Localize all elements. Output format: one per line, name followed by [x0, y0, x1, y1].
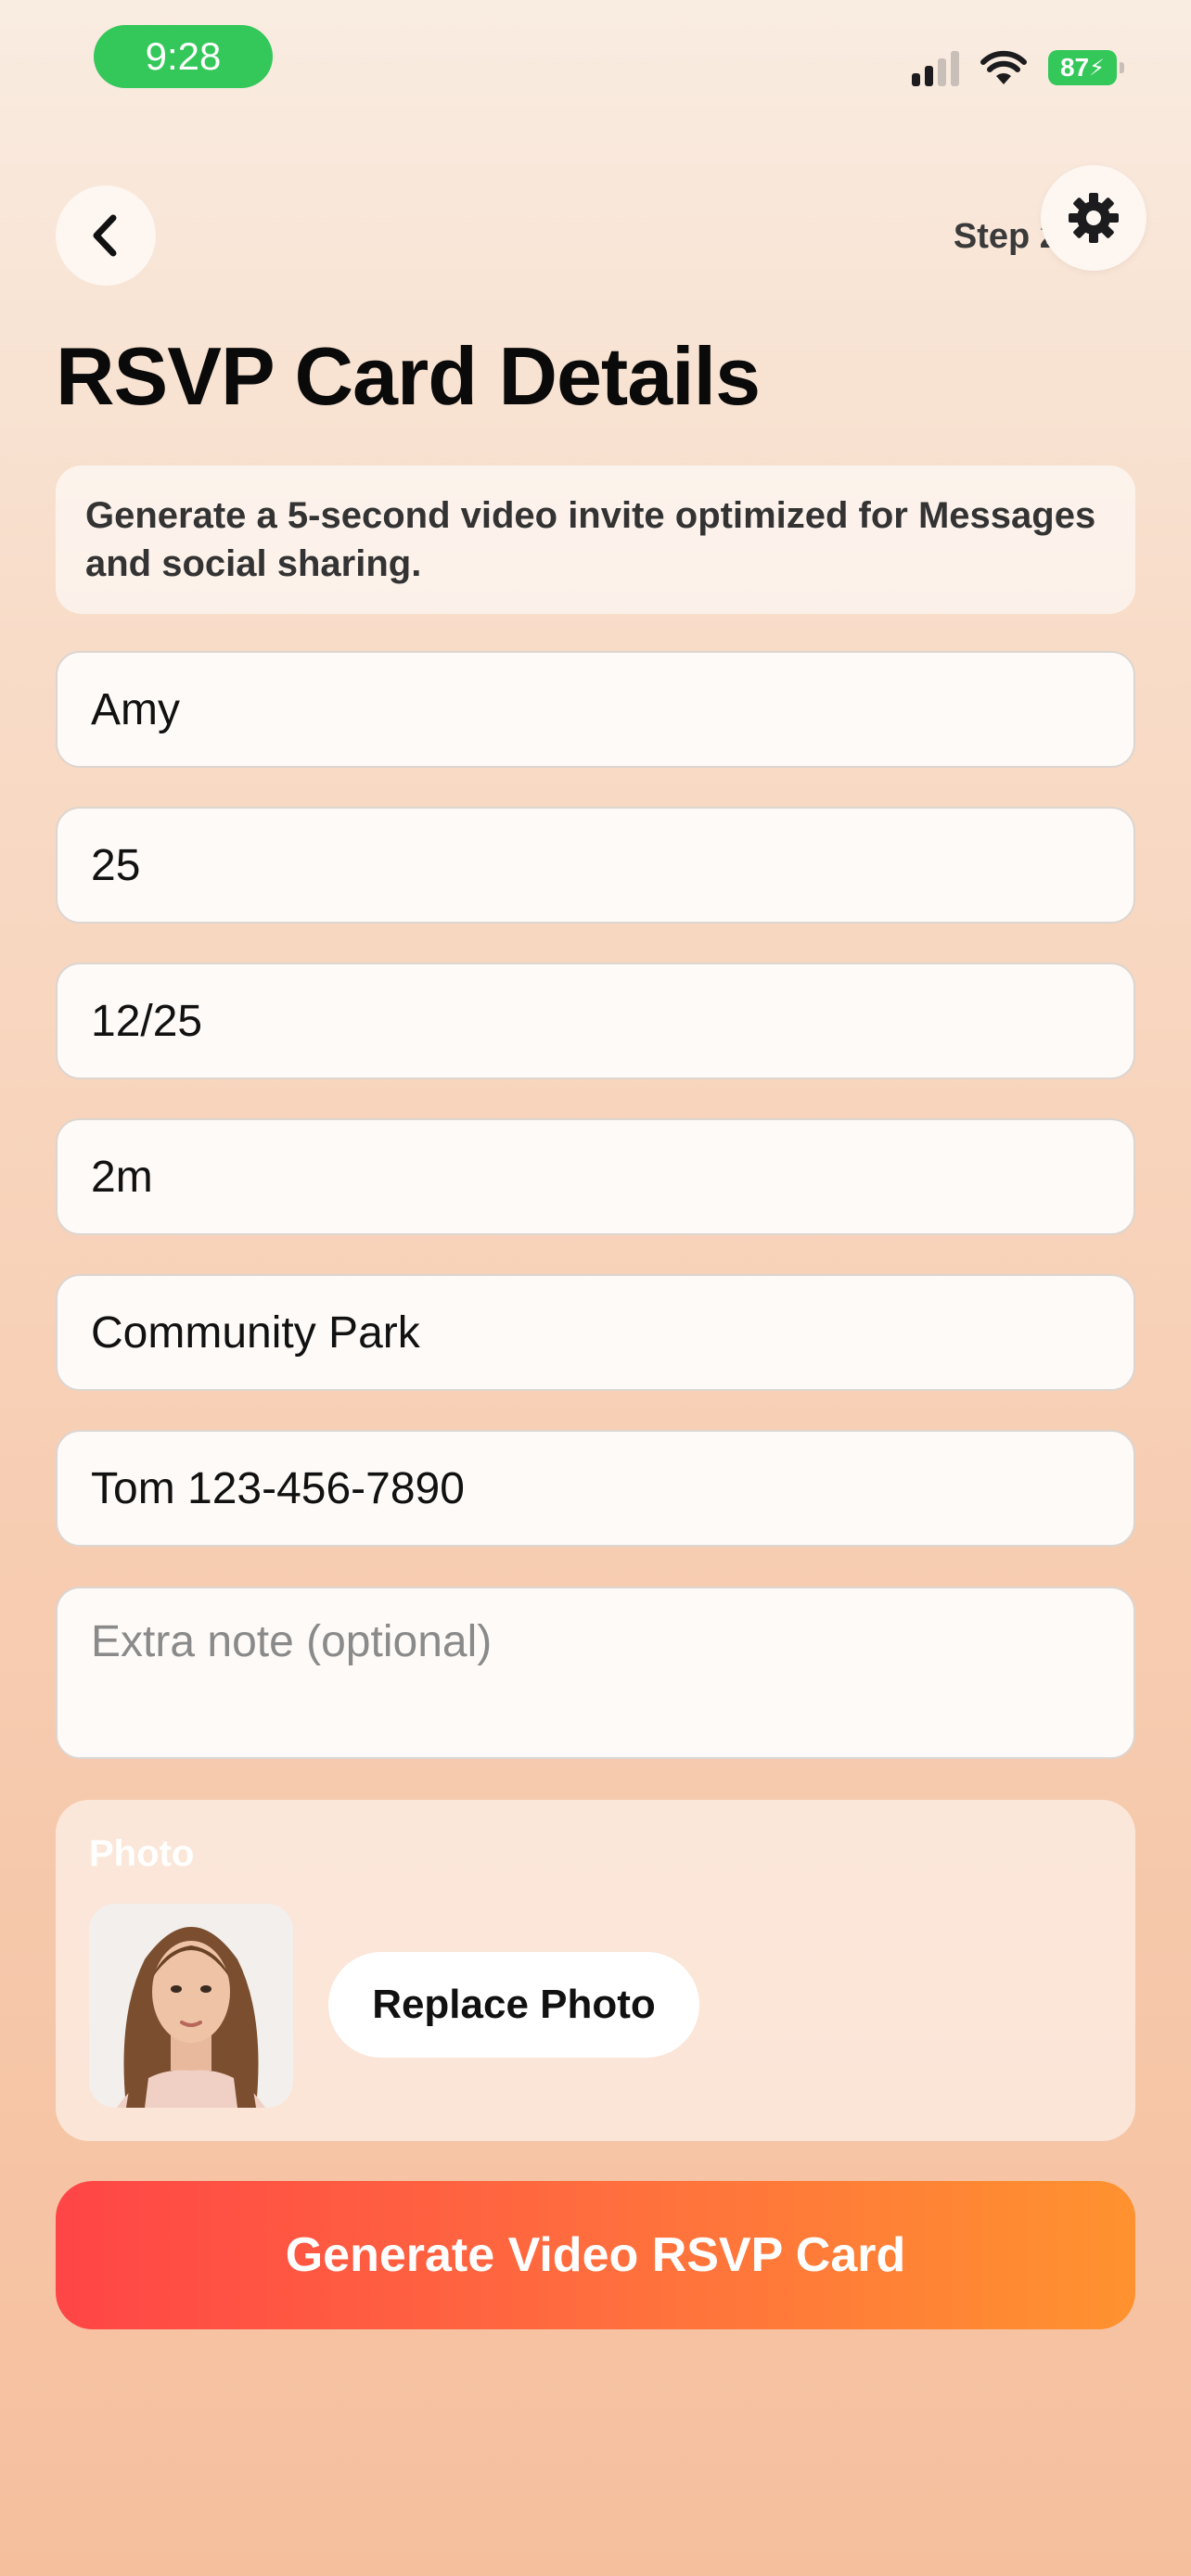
time-value: 2m: [91, 1152, 153, 1202]
bolt-icon: ⚡: [1089, 55, 1105, 81]
photo-card: Photo Replace Photo: [56, 1800, 1135, 2141]
contact-field[interactable]: Tom 123-456-7890: [56, 1430, 1135, 1547]
generate-button[interactable]: Generate Video RSVP Card: [56, 2181, 1135, 2329]
time-field[interactable]: 2m: [56, 1118, 1135, 1235]
info-text: Generate a 5-second video invite optimiz…: [85, 495, 1096, 584]
cellular-signal-icon: [912, 49, 959, 86]
date-field[interactable]: 12/25: [56, 963, 1135, 1079]
battery-level: 87: [1059, 53, 1090, 82]
portrait-image: [89, 1904, 293, 2108]
location-field[interactable]: Community Park: [56, 1274, 1135, 1391]
back-button[interactable]: [56, 185, 156, 286]
battery-indicator: 87 ⚡: [1048, 50, 1124, 85]
generate-button-label: Generate Video RSVP Card: [285, 2228, 906, 2282]
age-field[interactable]: 25: [56, 807, 1135, 924]
status-time: 9:28: [94, 25, 273, 88]
date-value: 12/25: [91, 996, 203, 1046]
chevron-left-icon: [93, 214, 117, 257]
wifi-icon: [980, 50, 1027, 84]
replace-photo-button[interactable]: Replace Photo: [328, 1952, 699, 2058]
note-placeholder: Extra note (optional): [91, 1617, 493, 1666]
settings-button[interactable]: [1041, 165, 1146, 271]
name-field[interactable]: Amy: [56, 651, 1135, 768]
info-banner: Generate a 5-second video invite optimiz…: [56, 465, 1135, 614]
status-indicators: 87 ⚡: [912, 45, 1124, 91]
note-field[interactable]: Extra note (optional): [56, 1587, 1135, 1759]
photo-thumbnail[interactable]: [89, 1904, 293, 2108]
replace-photo-label: Replace Photo: [372, 1982, 656, 2027]
contact-value: Tom 123-456-7890: [91, 1463, 465, 1513]
location-value: Community Park: [91, 1307, 420, 1358]
name-value: Amy: [91, 684, 180, 734]
photo-label: Photo: [89, 1833, 195, 1874]
gear-icon: [1069, 193, 1119, 243]
age-value: 25: [91, 840, 141, 890]
page-title: RSVP Card Details: [56, 330, 761, 422]
